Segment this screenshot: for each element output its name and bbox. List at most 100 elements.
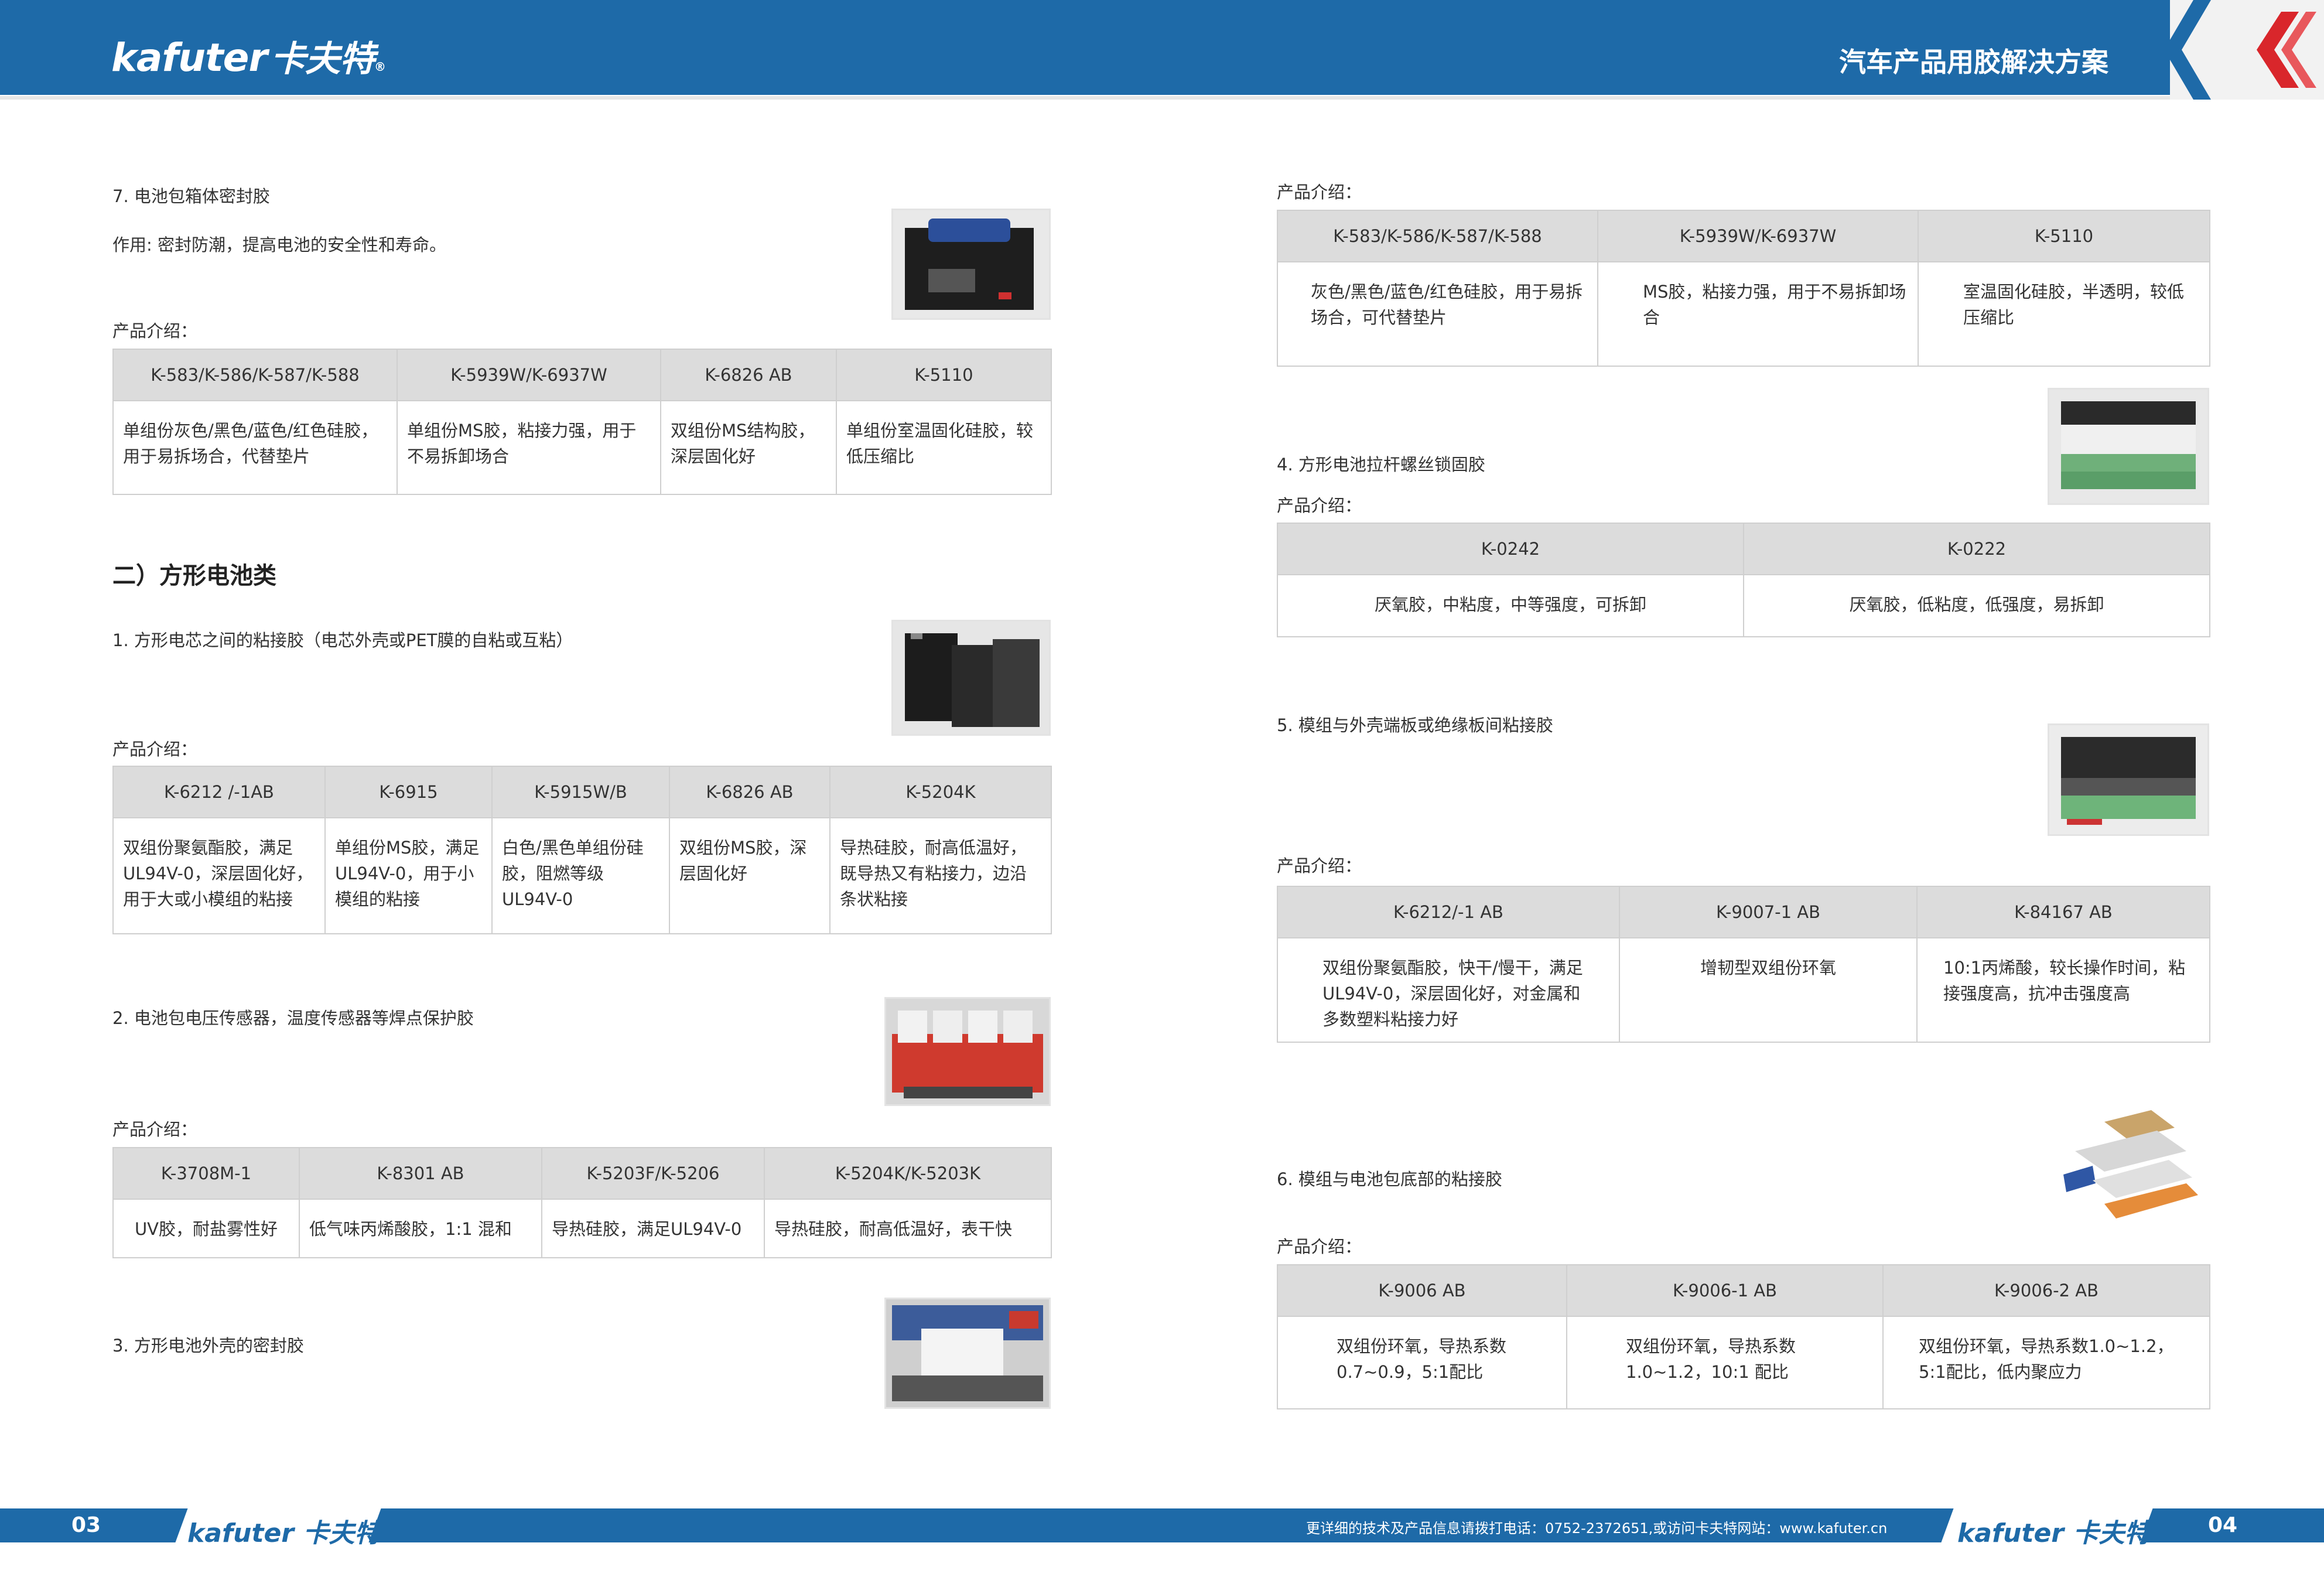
table-cell: 双组份MS胶，深层固化好	[669, 817, 831, 934]
table-header-row: K-6212 /-1AB K-6915 K-5915W/B K-6826 AB …	[112, 766, 1052, 818]
table-cell: 导热硅胶，满足UL94V-0	[541, 1199, 765, 1258]
module-endplate-photo	[2048, 723, 2209, 836]
table-header-cell: K-5204K	[829, 766, 1052, 818]
table-cell: 灰色/黑色/蓝色/红色硅胶，用于易拆场合，可代替垫片	[1277, 261, 1598, 367]
table-cell: 厌氧胶，低粘度，低强度，易拆卸	[1743, 574, 2210, 637]
brand-logo: kafuter 卡夫特®	[111, 30, 386, 81]
table-row: 单组份灰色/黑色/蓝色/红色硅胶，用于易拆场合，代替垫片 单组份MS胶，粘接力强…	[112, 400, 1052, 495]
section-7-description: 作用: 密封防潮，提高电池的安全性和寿命。	[112, 235, 446, 255]
table-cell: 白色/黑色单组份硅胶，阻燃等级UL94V-0	[491, 817, 670, 934]
table-cell: 单组份MS胶，粘接力强，用于不易拆卸场合	[397, 400, 661, 495]
left-page-number: 03	[71, 1513, 101, 1537]
table-header-cell: K-6915	[324, 766, 493, 818]
table-cell: 增韧型双组份环氧	[1619, 937, 1918, 1043]
table-header-cell: K-9006 AB	[1277, 1264, 1567, 1317]
table-header-cell: K-5204K/K-5203K	[764, 1147, 1052, 1200]
table-header-cell: K-3708M-1	[112, 1147, 300, 1200]
table-header-row: K-9006 AB K-9006-1 AB K-9006-2 AB	[1277, 1264, 2210, 1317]
table-header-cell: K-5939W/K-6937W	[397, 349, 661, 401]
footer-logo-right-text: kafuter	[1957, 1518, 2064, 1548]
right-page-number: 04	[2208, 1513, 2238, 1537]
item-5-product-table: K-6212/-1 AB K-9007-1 AB K-84167 AB 双组份聚…	[1277, 886, 2210, 1043]
table-cell: 双组份环氧，导热系数0.7~0.9，5:1配比	[1277, 1316, 1567, 1409]
item-4-product-table: K-0242 K-0222 厌氧胶，中粘度，中等强度，可拆卸 厌氧胶，低粘度，低…	[1277, 523, 2210, 637]
item-4-intro-label: 产品介绍：	[1277, 496, 1362, 516]
table-cell: UV胶，耐盐雾性好	[112, 1199, 300, 1258]
brand-logo-mark: ®	[374, 60, 386, 74]
battery-shell-photo	[884, 1298, 1051, 1409]
table-header-cell: K-8301 AB	[299, 1147, 542, 1200]
table-header-cell: K-583/K-586/K-587/K-588	[112, 349, 398, 401]
table-header-cell: K-6212 /-1AB	[112, 766, 326, 818]
table-header-cell: K-0242	[1277, 523, 1744, 575]
page-footer: 03 kafuter 卡夫特 更详细的技术及产品信息请拨打电话：0752-237…	[0, 1508, 2324, 1548]
table-cell: 双组份环氧，导热系数1.0~1.2，5:1配比，低内聚应力	[1882, 1316, 2210, 1409]
footer-logo-right: kafuter 卡夫特	[1957, 1512, 2150, 1549]
table-row: UV胶，耐盐雾性好 低气味丙烯酸胶，1:1 混和 导热硅胶，满足UL94V-0 …	[112, 1199, 1052, 1258]
footer-logo-left: kafuter 卡夫特	[187, 1512, 380, 1549]
table-cell: 单组份灰色/黑色/蓝色/红色硅胶，用于易拆场合，代替垫片	[112, 400, 398, 495]
header-divider	[0, 96, 2324, 100]
footer-logo-left-cn: 卡夫特	[303, 1518, 381, 1548]
item-2-product-table: K-3708M-1 K-8301 AB K-5203F/K-5206 K-520…	[112, 1147, 1052, 1258]
top-product-table: K-583/K-586/K-587/K-588 K-5939W/K-6937W …	[1277, 210, 2210, 367]
table-header-cell: K-9006-2 AB	[1882, 1264, 2210, 1317]
table-header-cell: K-583/K-586/K-587/K-588	[1277, 210, 1598, 262]
section-7-heading: 7. 电池包箱体密封胶	[112, 186, 270, 206]
table-cell: 低气味丙烯酸胶，1:1 混和	[299, 1199, 542, 1258]
table-header-cell: K-5915W/B	[491, 766, 670, 818]
table-cell: 双组份环氧，导热系数1.0~1.2，10:1 配比	[1566, 1316, 1884, 1409]
brand-logo-text: kafuter	[111, 35, 268, 80]
table-cell: 10:1丙烯酸，较长操作时间，粘接强度高，抗冲击强度高	[1916, 937, 2210, 1043]
item-4-heading: 4. 方形电池拉杆螺丝锁固胶	[1277, 455, 1485, 475]
chevron-left-icon	[2170, 0, 2324, 100]
table-header-cell: K-5939W/K-6937W	[1597, 210, 1919, 262]
table-header-cell: K-5203F/K-5206	[541, 1147, 765, 1200]
table-header-cell: K-0222	[1743, 523, 2210, 575]
sensor-weld-photo	[884, 997, 1051, 1106]
brand-logo-cn: 卡夫特	[271, 39, 375, 80]
section-prismatic-title: 二）方形电池类	[112, 562, 276, 589]
table-header-cell: K-6212/-1 AB	[1277, 886, 1620, 938]
item-5-intro-label: 产品介绍：	[1277, 856, 1362, 876]
item-6-intro-label: 产品介绍：	[1277, 1237, 1362, 1257]
table-header-row: K-3708M-1 K-8301 AB K-5203F/K-5206 K-520…	[112, 1147, 1052, 1200]
item-6-product-table: K-9006 AB K-9006-1 AB K-9006-2 AB 双组份环氧，…	[1277, 1264, 2210, 1409]
table-cell: 单组份室温固化硅胶，较低压缩比	[836, 400, 1052, 495]
table-header-cell: K-6826 AB	[669, 766, 831, 818]
table-row: 双组份聚氨酯胶，快干/慢干，满足UL94V-0，深层固化好，对金属和多数塑料粘接…	[1277, 937, 2210, 1043]
table-cell: 双组份聚氨酯胶，快干/慢干，满足UL94V-0，深层固化好，对金属和多数塑料粘接…	[1277, 937, 1620, 1043]
item-2-intro-label: 产品介绍：	[112, 1119, 198, 1139]
footer-logo-left-text: kafuter	[187, 1518, 294, 1548]
table-header-row: K-583/K-586/K-587/K-588 K-5939W/K-6937W …	[112, 349, 1052, 401]
table-header-row: K-6212/-1 AB K-9007-1 AB K-84167 AB	[1277, 886, 2210, 938]
table-header-cell: K-9007-1 AB	[1619, 886, 1918, 938]
table-cell: 双组份MS结构胶，深层固化好	[660, 400, 837, 495]
footer-logo-right-cn: 卡夫特	[2073, 1518, 2151, 1548]
table-header-row: K-583/K-586/K-587/K-588 K-5939W/K-6937W …	[1277, 210, 2210, 262]
table-header-cell: K-9006-1 AB	[1566, 1264, 1884, 1317]
item-6-heading: 6. 模组与电池包底部的粘接胶	[1277, 1169, 1502, 1189]
item-2-heading: 2. 电池包电压传感器，温度传感器等焊点保护胶	[112, 1008, 474, 1028]
table-header-cell: K-6826 AB	[660, 349, 837, 401]
item-1-intro-label: 产品介绍：	[112, 739, 198, 759]
table-cell: 厌氧胶，中粘度，中等强度，可拆卸	[1277, 574, 1744, 637]
table-row: 双组份聚氨酯胶，满足UL94V-0，深层固化好，用于大或小模组的粘接 单组份MS…	[112, 817, 1052, 934]
catalog-title: 汽车产品用胶解决方案	[1839, 46, 2108, 78]
table-cell: MS胶，粘接力强，用于不易拆卸场合	[1597, 261, 1919, 367]
table-row: 双组份环氧，导热系数0.7~0.9，5:1配比 双组份环氧，导热系数1.0~1.…	[1277, 1316, 2210, 1409]
item-5-heading: 5. 模组与外壳端板或绝缘板间粘接胶	[1277, 715, 1553, 735]
module-exploded-diagram	[2050, 1108, 2209, 1231]
table-header-cell: K-5110	[1918, 210, 2210, 262]
battery-box-photo	[891, 209, 1051, 320]
table-header-cell: K-5110	[836, 349, 1052, 401]
item-1-product-table: K-6212 /-1AB K-6915 K-5915W/B K-6826 AB …	[112, 766, 1052, 934]
item-3-heading: 3. 方形电池外壳的密封胶	[112, 1336, 304, 1356]
table-cell: 室温固化硅胶，半透明，较低压缩比	[1918, 261, 2210, 367]
section-7-intro-label: 产品介绍：	[112, 321, 198, 341]
page-header: kafuter 卡夫特® 汽车产品用胶解决方案	[0, 0, 2324, 100]
table-header-cell: K-84167 AB	[1916, 886, 2210, 938]
table-header-row: K-0242 K-0222	[1277, 523, 2210, 575]
table-cell: 导热硅胶，耐高低温好，既导热又有粘接力，边沿条状粘接	[829, 817, 1052, 934]
table-cell: 导热硅胶，耐高低温好，表干快	[764, 1199, 1052, 1258]
